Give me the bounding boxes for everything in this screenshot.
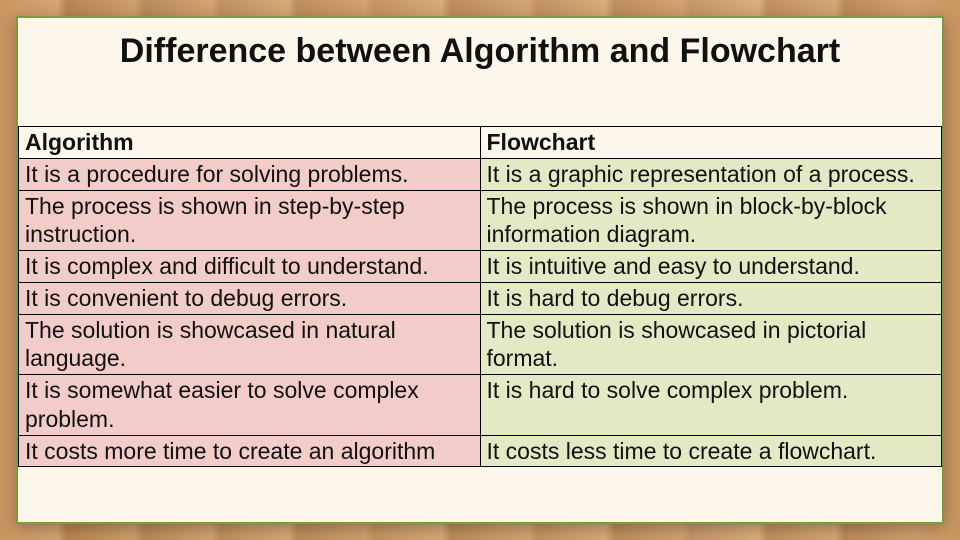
comparison-table: Algorithm Flowchart It is a procedure fo…: [18, 126, 942, 467]
table-row: It is complex and difficult to understan…: [19, 251, 942, 283]
table-row: It costs more time to create an algorith…: [19, 435, 942, 467]
cell-flowchart: It is intuitive and easy to understand.: [480, 251, 942, 283]
comparison-table-wrapper: Algorithm Flowchart It is a procedure fo…: [18, 126, 942, 467]
table-row: The process is shown in step-by-step ins…: [19, 190, 942, 251]
cell-flowchart: It is hard to debug errors.: [480, 282, 942, 314]
table-row: It is somewhat easier to solve complex p…: [19, 375, 942, 436]
cell-flowchart: The process is shown in block-by-block i…: [480, 190, 942, 251]
table-row: It is a procedure for solving problems. …: [19, 158, 942, 190]
cell-algorithm: It is a procedure for solving problems.: [19, 158, 481, 190]
table-row: The solution is showcased in natural lan…: [19, 314, 942, 375]
cell-flowchart: It is a graphic representation of a proc…: [480, 158, 942, 190]
header-algorithm: Algorithm: [19, 127, 481, 159]
cell-algorithm: It is complex and difficult to understan…: [19, 251, 481, 283]
cell-algorithm: The process is shown in step-by-step ins…: [19, 190, 481, 251]
cell-flowchart: The solution is showcased in pictorial f…: [480, 314, 942, 375]
cell-algorithm: It costs more time to create an algorith…: [19, 435, 481, 467]
slide-title: Difference between Algorithm and Flowcha…: [18, 32, 942, 77]
cell-flowchart: It costs less time to create a flowchart…: [480, 435, 942, 467]
cell-algorithm: It is convenient to debug errors.: [19, 282, 481, 314]
table-header-row: Algorithm Flowchart: [19, 127, 942, 159]
slide-card: Difference between Algorithm and Flowcha…: [16, 16, 944, 524]
cell-flowchart: It is hard to solve complex problem.: [480, 375, 942, 436]
cell-algorithm: The solution is showcased in natural lan…: [19, 314, 481, 375]
table-row: It is convenient to debug errors. It is …: [19, 282, 942, 314]
header-flowchart: Flowchart: [480, 127, 942, 159]
cell-algorithm: It is somewhat easier to solve complex p…: [19, 375, 481, 436]
